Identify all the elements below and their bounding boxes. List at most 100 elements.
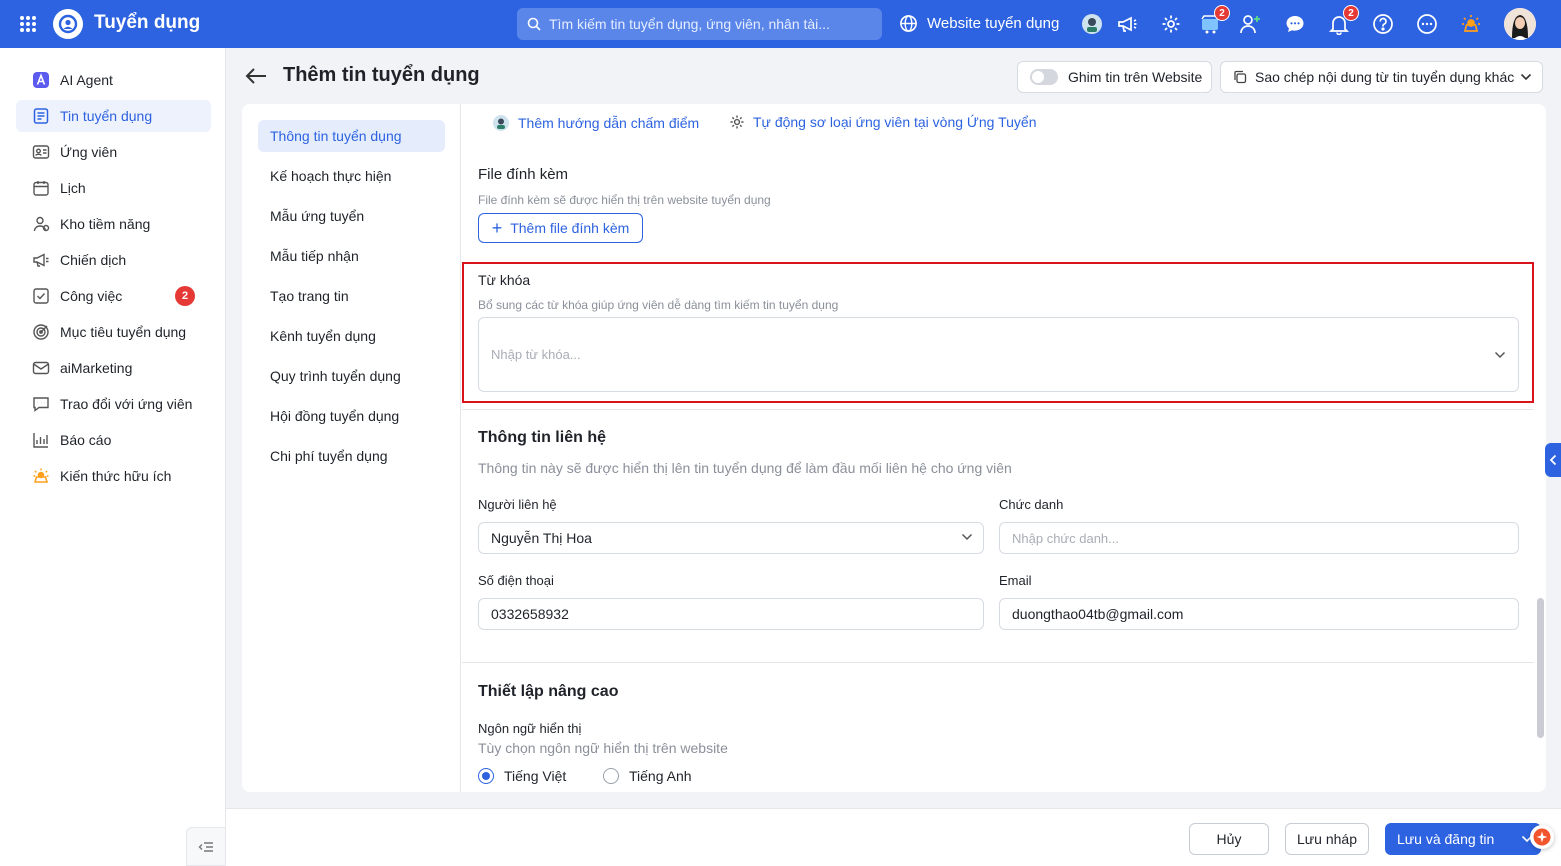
collapse-icon: [198, 841, 214, 853]
attachment-hint: File đính kèm sẽ được hiển thị trên webs…: [478, 193, 771, 207]
page-title: Thêm tin tuyển dụng: [283, 64, 480, 86]
copy-label: Sao chép nội dung từ tin tuyển dụng khác: [1255, 69, 1515, 85]
website-link[interactable]: Website tuyển dụng: [899, 14, 1059, 33]
contact-person-value: Nguyễn Thị Hoa: [491, 530, 592, 546]
scroll-thumb[interactable]: [1537, 598, 1544, 738]
position-placeholder: Nhập chức danh...: [1012, 530, 1119, 546]
sidebar-item-candidate-chat[interactable]: Trao đổi với ứng viên: [16, 388, 211, 420]
phone-input[interactable]: 0332658932: [478, 598, 984, 630]
user-avatar[interactable]: [1504, 8, 1536, 40]
sidebar-item-knowledge[interactable]: Kiến thức hữu ích: [16, 460, 211, 492]
megaphone-icon[interactable]: [1115, 12, 1139, 36]
sidebar-item-label: aiMarketing: [60, 360, 133, 376]
scoring-guide-link[interactable]: Thêm hướng dẫn chấm điểm: [492, 114, 699, 132]
talent-pool-icon: [32, 215, 50, 233]
chat-icon: [32, 395, 50, 413]
plus-icon: +: [491, 217, 503, 238]
scoring-avatar-icon: [492, 114, 510, 132]
advanced-section-title: Thiết lập nâng cao: [478, 683, 619, 700]
bot-avatar-icon[interactable]: [1080, 12, 1104, 36]
pin-on-website-toggle[interactable]: Ghim tin trên Website: [1017, 61, 1212, 93]
ai-assistant-button[interactable]: [1530, 825, 1554, 849]
keyword-placeholder: Nhập từ khóa...: [491, 347, 581, 362]
more-options-icon[interactable]: [1415, 12, 1439, 36]
search-input[interactable]: [549, 16, 869, 32]
save-and-publish-label: Lưu và đăng tin: [1397, 831, 1495, 847]
app-grid-icon[interactable]: [18, 14, 38, 34]
email-input[interactable]: duongthao04tb@gmail.com: [999, 598, 1519, 630]
auto-screen-link[interactable]: Tự động sơ loại ứng viên tại vòng Ứng Tu…: [729, 114, 1037, 130]
subnav-item-job-info[interactable]: Thông tin tuyển dụng: [258, 120, 445, 152]
contact-person-select[interactable]: Nguyễn Thị Hoa: [478, 522, 984, 554]
add-user-icon[interactable]: [1238, 12, 1262, 36]
sidebar-item-label: Kiến thức hữu ích: [60, 468, 172, 484]
subnav-item-application-form[interactable]: Mẫu ứng tuyển: [258, 200, 445, 232]
sidebar: AI Agent Tin tuyển dụng Ứng viên Lịch Kh…: [0, 48, 226, 866]
idea-bulb-icon[interactable]: [1459, 12, 1483, 36]
sidebar-item-tasks[interactable]: Công việc 2: [16, 280, 211, 312]
sidebar-item-talent-pool[interactable]: Kho tiềm năng: [16, 208, 211, 240]
megaphone-icon: [32, 251, 50, 269]
sidebar-item-calendar[interactable]: Lịch: [16, 172, 211, 204]
language-option-label: Tiếng Việt: [504, 768, 567, 784]
sidebar-item-job-posts[interactable]: Tin tuyển dụng: [16, 100, 211, 132]
chevron-down-icon: [1520, 73, 1532, 81]
settings-gear-icon[interactable]: [1159, 12, 1183, 36]
subnav-item-plan[interactable]: Kế hoạch thực hiện: [258, 160, 445, 192]
job-post-icon: [32, 107, 50, 125]
help-icon[interactable]: [1371, 12, 1395, 36]
keyword-input[interactable]: Nhập từ khóa...: [478, 317, 1519, 392]
chat-icon[interactable]: [1283, 12, 1307, 36]
phone-value: 0332658932: [491, 606, 569, 622]
side-panel-toggle[interactable]: [1545, 443, 1561, 477]
add-attachment-button[interactable]: + Thêm file đính kèm: [478, 213, 643, 243]
sidebar-item-label: Lịch: [60, 180, 86, 196]
language-option-english[interactable]: Tiếng Anh: [603, 768, 692, 784]
sidebar-item-ai-agent[interactable]: AI Agent: [16, 64, 211, 96]
language-option-vietnamese[interactable]: Tiếng Việt: [478, 768, 566, 784]
sparkle-icon: [1533, 828, 1551, 846]
toggle-switch[interactable]: [1030, 69, 1058, 85]
divider: [462, 409, 1534, 410]
position-input[interactable]: Nhập chức danh...: [999, 522, 1519, 554]
sidebar-item-candidates[interactable]: Ứng viên: [16, 136, 211, 168]
website-link-label: Website tuyển dụng: [927, 15, 1060, 32]
subnav-item-costs[interactable]: Chi phí tuyển dụng: [258, 440, 445, 472]
settings-gear-icon: [729, 114, 745, 130]
tasks-badge: 2: [175, 286, 195, 306]
subnav-item-process[interactable]: Quy trình tuyển dụng: [258, 360, 445, 392]
sidebar-item-label: Chiến dịch: [60, 252, 127, 268]
global-search[interactable]: [517, 8, 882, 40]
radio-unselected[interactable]: [603, 768, 619, 784]
page-header: Thêm tin tuyển dụng Ghim tin trên Websit…: [226, 48, 1561, 104]
globe-icon: [899, 14, 918, 33]
collapse-sidebar-button[interactable]: [186, 827, 226, 866]
subnav-item-intake-form[interactable]: Mẫu tiếp nhận: [258, 240, 445, 272]
subnav-item-committee[interactable]: Hội đồng tuyển dụng: [258, 400, 445, 432]
sidebar-item-aimarketing[interactable]: aiMarketing: [16, 352, 211, 384]
chevron-down-icon: [961, 533, 973, 541]
scoring-guide-label: Thêm hướng dẫn chấm điểm: [518, 115, 700, 131]
cart-icon[interactable]: 2: [1198, 5, 1230, 36]
sidebar-item-campaigns[interactable]: Chiến dịch: [16, 244, 211, 276]
sidebar-item-reports[interactable]: Báo cáo: [16, 424, 211, 456]
radio-selected[interactable]: [478, 768, 494, 784]
app-logo-icon: [53, 9, 83, 39]
back-arrow-icon[interactable]: [244, 66, 268, 86]
cancel-button[interactable]: Hủy: [1189, 823, 1269, 855]
sidebar-item-label: Kho tiềm năng: [60, 216, 151, 232]
save-draft-button[interactable]: Lưu nháp: [1285, 823, 1369, 855]
subnav-item-channels[interactable]: Kênh tuyển dụng: [258, 320, 445, 352]
ai-agent-icon: [32, 71, 50, 89]
candidate-icon: [32, 143, 50, 161]
sidebar-item-recruitment-goals[interactable]: Mục tiêu tuyển dụng: [16, 316, 211, 348]
pin-label: Ghim tin trên Website: [1068, 69, 1203, 85]
report-icon: [32, 431, 50, 449]
subnav-item-create-page[interactable]: Tạo trang tin: [258, 280, 445, 312]
notification-bell-icon[interactable]: 2: [1327, 5, 1359, 36]
copy-from-other-post-button[interactable]: Sao chép nội dung từ tin tuyển dụng khác: [1220, 61, 1543, 93]
save-and-publish-button[interactable]: Lưu và đăng tin: [1385, 823, 1541, 855]
chevron-down-icon: [1494, 351, 1506, 359]
contact-person-label: Người liên hệ: [478, 497, 557, 512]
phone-label: Số điện thoại: [478, 573, 554, 588]
